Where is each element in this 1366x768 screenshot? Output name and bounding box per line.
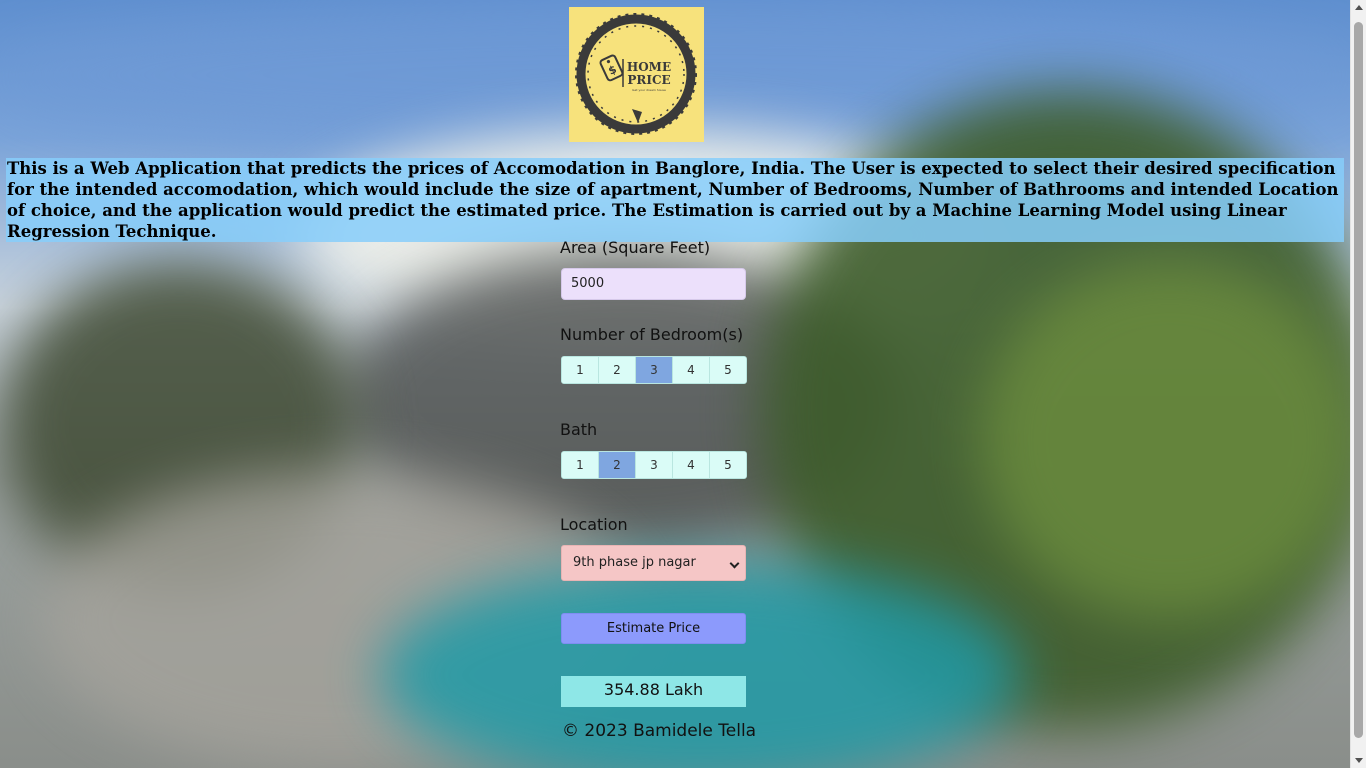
app-description: This is a Web Application that predicts … [6,158,1344,242]
location-select[interactable]: 9th phase jp nagar [561,545,746,581]
scroll-up-arrow-icon[interactable] [1355,5,1363,10]
footer-copyright: © 2023 Bamidele Tella [562,721,757,741]
logo-line1: HOME [627,60,671,74]
bath-option-2[interactable]: 2 [599,452,636,478]
bedrooms-label: Number of Bedroom(s) [560,325,744,344]
bedroom-option-4[interactable]: 4 [673,357,710,383]
home-price-logo: $ HOME PRICE Get your dream house [569,7,704,142]
svg-text:$: $ [606,63,618,78]
bath-option-1[interactable]: 1 [562,452,599,478]
bedrooms-selector: 1 2 3 4 5 [561,356,747,384]
scroll-down-arrow-icon[interactable] [1355,758,1363,763]
bedroom-option-2[interactable]: 2 [599,357,636,383]
location-label: Location [560,515,628,534]
logo-line2: PRICE [627,73,670,87]
bath-option-3[interactable]: 3 [636,452,673,478]
chevron-down-icon [729,558,740,569]
bath-option-4[interactable]: 4 [673,452,710,478]
area-input[interactable]: 5000 [561,268,746,300]
logo-tagline: Get your dream house [632,88,666,92]
bath-option-5[interactable]: 5 [710,452,746,478]
location-selected-value: 9th phase jp nagar [573,555,696,570]
bedroom-option-3[interactable]: 3 [636,357,673,383]
bedroom-option-5[interactable]: 5 [710,357,746,383]
bath-selector: 1 2 3 4 5 [561,451,747,479]
estimated-price-result: 354.88 Lakh [561,676,746,707]
scrollbar-thumb[interactable] [1354,22,1363,738]
area-label: Area (Square Feet) [560,238,711,257]
bath-label: Bath [560,420,598,439]
bedroom-option-1[interactable]: 1 [562,357,599,383]
estimate-price-button[interactable]: Estimate Price [561,613,746,644]
vertical-scrollbar[interactable] [1350,0,1366,768]
